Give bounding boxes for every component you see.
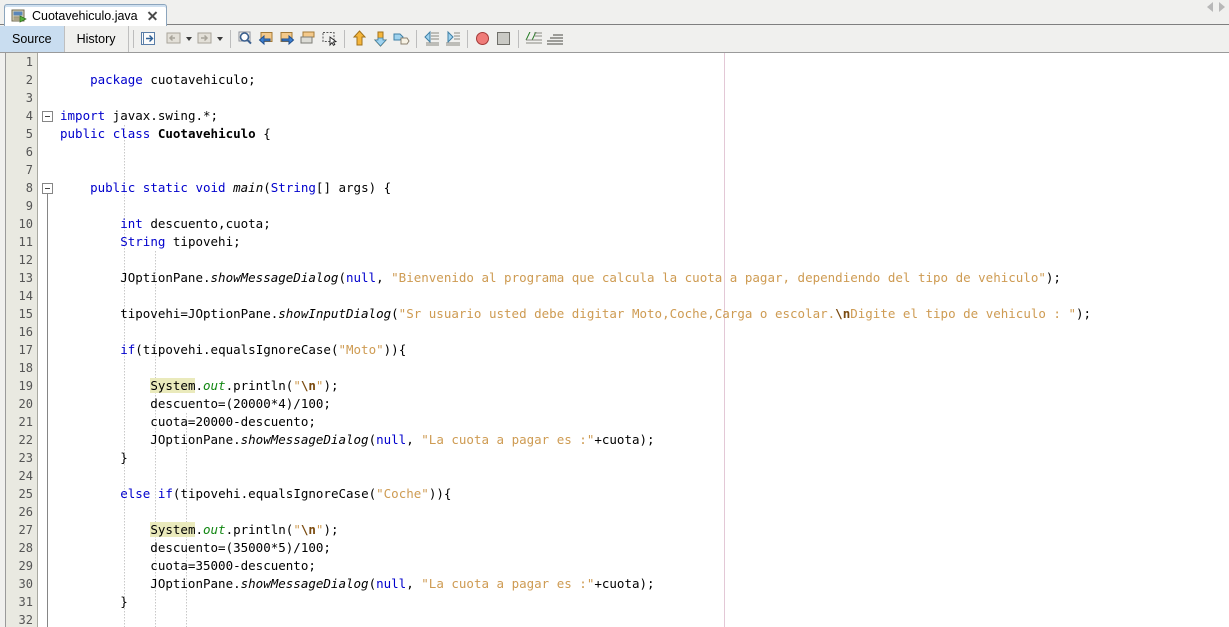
code-fold-column[interactable]: [38, 53, 60, 627]
last-edit-icon[interactable]: [391, 28, 412, 49]
scroll-left-icon[interactable]: [1207, 2, 1213, 12]
line-number: 9: [25, 199, 33, 213]
line-number: 5: [25, 127, 33, 141]
code-text-area[interactable]: package cuotavehiculo; import javax.swin…: [60, 53, 1229, 627]
tab-scroll-controls: [1207, 2, 1225, 12]
chevron-down-icon[interactable]: [216, 36, 223, 41]
line-number: 28: [18, 541, 33, 555]
line-number: 12: [18, 253, 33, 267]
line-number: 15: [18, 307, 33, 321]
comment-icon[interactable]: //: [523, 28, 544, 49]
line-number: 30: [18, 577, 33, 591]
line-number: 17: [18, 343, 33, 357]
code-editor[interactable]: 1 2 3 4 5 6 7 8 9 10 11 12 13 14 15 16 17 18 19 20 21 22 23 24 2…: [0, 53, 1229, 627]
netbeans-editor-window: Cuotavehiculo.java Source History // 1 2…: [0, 0, 1229, 627]
line-number: 22: [18, 433, 33, 447]
source-code: package cuotavehiculo; import javax.swin…: [60, 72, 1092, 609]
line-number: 13: [18, 271, 33, 285]
fold-marker-line-8[interactable]: [42, 183, 53, 194]
previous-bookmark-icon[interactable]: [164, 28, 185, 49]
line-number: 26: [18, 505, 33, 519]
java-file-icon: [11, 8, 27, 24]
line-number: 4: [25, 109, 33, 123]
document-tab-cuotavehiculo[interactable]: Cuotavehiculo.java: [4, 4, 167, 26]
document-tab-bar: Cuotavehiculo.java: [0, 0, 1229, 26]
toolbar-separator: [517, 29, 519, 48]
toggle-bookmark-icon[interactable]: [138, 28, 159, 49]
toolbar-separator: [132, 29, 134, 48]
scroll-right-icon[interactable]: [1219, 2, 1225, 12]
previous-error-icon[interactable]: [349, 28, 370, 49]
line-number: 23: [18, 451, 33, 465]
chevron-down-icon[interactable]: [185, 36, 192, 41]
line-number: 19: [18, 379, 33, 393]
close-icon[interactable]: [147, 10, 158, 21]
line-number: 29: [18, 559, 33, 573]
line-number: 20: [18, 397, 33, 411]
toolbar-separator: [229, 29, 231, 48]
line-number: 18: [18, 361, 33, 375]
next-error-icon[interactable]: [370, 28, 391, 49]
line-number: 11: [18, 235, 33, 249]
line-number: 1: [25, 55, 33, 69]
shift-left-icon[interactable]: [421, 28, 442, 49]
toolbar-separator: [466, 29, 468, 48]
line-number: 7: [25, 163, 33, 177]
fold-marker-line-4[interactable]: [42, 111, 53, 122]
line-number: 14: [18, 289, 33, 303]
uncomment-icon[interactable]: [544, 28, 565, 49]
line-number: 31: [18, 595, 33, 609]
line-number: 21: [18, 415, 33, 429]
toolbar-separator: [415, 29, 417, 48]
toggle-highlight-search-icon[interactable]: [298, 28, 319, 49]
stop-macro-recording-icon[interactable]: [493, 28, 514, 49]
find-previous-icon[interactable]: [256, 28, 277, 49]
start-macro-recording-icon[interactable]: [472, 28, 493, 49]
line-number: 16: [18, 325, 33, 339]
line-number: 27: [18, 523, 33, 537]
fold-range-line: [47, 194, 48, 627]
toggle-rectangular-selection-icon[interactable]: [319, 28, 340, 49]
line-number: 25: [18, 487, 33, 501]
toolbar-separator: [343, 29, 345, 48]
next-bookmark-icon[interactable]: [195, 28, 216, 49]
tab-source[interactable]: Source: [0, 25, 65, 52]
find-next-icon[interactable]: [277, 28, 298, 49]
find-selection-icon[interactable]: [235, 28, 256, 49]
editor-toolbar: Source History //: [0, 25, 1229, 53]
shift-right-icon[interactable]: [442, 28, 463, 49]
line-number: 6: [25, 145, 33, 159]
line-number: 3: [25, 91, 33, 105]
document-tab-label: Cuotavehiculo.java: [32, 8, 138, 23]
tab-history[interactable]: History: [65, 25, 129, 52]
line-number: 24: [18, 469, 33, 483]
line-number: 10: [18, 217, 33, 231]
line-number: 2: [25, 73, 33, 87]
line-number: 8: [25, 181, 33, 195]
line-number: 32: [18, 613, 33, 627]
line-number-gutter: 1 2 3 4 5 6 7 8 9 10 11 12 13 14 15 16 17 18 19 20 21 22 23 24 2…: [6, 53, 38, 627]
